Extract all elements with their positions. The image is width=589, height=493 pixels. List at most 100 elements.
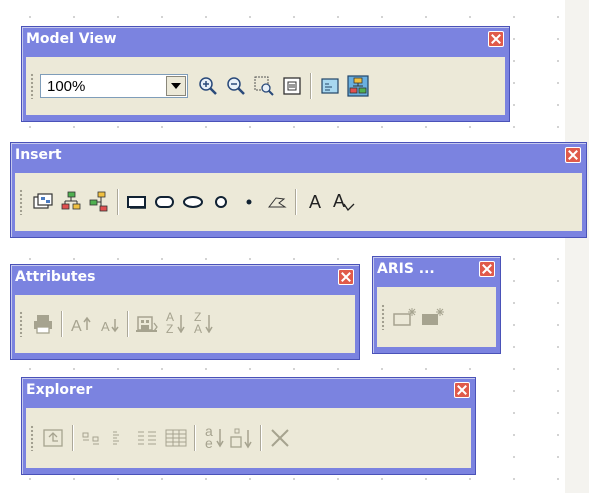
model-view-title: Model View (26, 31, 117, 47)
sort-ascending-icon: A Z (164, 311, 186, 336)
circle-icon (215, 196, 227, 208)
right-panel (565, 0, 589, 493)
svg-text:A: A (71, 318, 82, 334)
insert-text-button[interactable]: A (301, 188, 329, 216)
insert-formatted-text-button[interactable]: A (329, 188, 357, 216)
explorer-sort-by-type-button[interactable] (228, 424, 256, 452)
explorer-delete-button[interactable] (266, 424, 294, 452)
separator (61, 311, 63, 337)
up-folder-icon (43, 429, 63, 447)
insert-point-button[interactable] (235, 188, 263, 216)
large-icons-icon (82, 432, 99, 445)
attributes-close-button[interactable] (338, 269, 354, 285)
sort-by-type-icon (230, 428, 252, 449)
rounded-rectangle-icon (155, 196, 174, 208)
zoom-area-icon (254, 76, 274, 96)
attribute-placement-button[interactable] (133, 310, 161, 338)
insert-rectangle-button[interactable] (123, 188, 151, 216)
aris-new-filled-object-button[interactable] (419, 303, 447, 331)
separator (72, 425, 74, 451)
polygon-icon (267, 197, 287, 208)
aris-grip[interactable] (381, 304, 385, 330)
small-icons-icon (113, 431, 119, 445)
properties-button[interactable] (344, 72, 372, 100)
chevron-down-icon (171, 83, 181, 89)
zoom-out-icon (227, 77, 245, 95)
zoom-in-button[interactable] (194, 72, 222, 100)
insert-title: Insert (15, 147, 62, 163)
aris-new-object-button[interactable] (391, 303, 419, 331)
separator (194, 425, 196, 451)
model-view-toolbar-body: 100% (26, 57, 505, 115)
insert-grip[interactable] (19, 189, 23, 215)
aris-toolbar: ARIS ... (372, 256, 501, 354)
explorer-title: Explorer (26, 382, 93, 398)
zoom-dropdown-button[interactable] (166, 76, 186, 96)
insert-connection-button[interactable] (85, 188, 113, 216)
model-view-grip[interactable] (30, 73, 34, 99)
sort-descending-icon: Z A (192, 311, 214, 336)
zoom-select[interactable]: 100% (40, 74, 188, 98)
move-attribute-up-button[interactable]: A (67, 310, 95, 338)
zoom-area-button[interactable] (250, 72, 278, 100)
insert-ellipse-button[interactable] (179, 188, 207, 216)
explorer-title-bar[interactable]: Explorer (22, 378, 475, 402)
model-view-title-bar[interactable]: Model View (22, 27, 509, 51)
separator (117, 189, 119, 215)
attributes-toolbar-body: A A A Z Z A (15, 295, 355, 353)
rectangle-icon (127, 196, 146, 209)
attribute-down-icon: A (101, 319, 119, 334)
move-attribute-down-button[interactable]: A (95, 310, 123, 338)
overview-button[interactable] (316, 72, 344, 100)
insert-close-button[interactable] (565, 147, 581, 163)
sort-ascending-button[interactable]: A Z (161, 310, 189, 338)
separator (127, 311, 129, 337)
explorer-small-icons-button[interactable] (106, 424, 134, 452)
explorer-grip[interactable] (30, 425, 34, 451)
explorer-close-button[interactable] (454, 382, 470, 398)
delete-icon (271, 429, 289, 447)
format-marker-icon (343, 203, 355, 211)
attributes-toolbar: Attributes A A A Z Z A (10, 264, 360, 360)
insert-rounded-rect-button[interactable] (151, 188, 179, 216)
formatted-text-icon: A (331, 191, 355, 213)
explorer-up-folder-button[interactable] (40, 424, 68, 452)
attribute-up-icon: A (71, 316, 91, 334)
fit-window-button[interactable] (278, 72, 306, 100)
explorer-sort-by-name-button[interactable]: a e (200, 424, 228, 452)
new-filled-object-icon (422, 308, 444, 325)
building-icon (136, 316, 158, 332)
sort-by-name-icon: a e (202, 424, 226, 451)
details-view-icon (165, 429, 187, 447)
svg-text:A: A (101, 319, 110, 334)
sort-descending-button[interactable]: Z A (189, 310, 217, 338)
aris-close-button[interactable] (479, 261, 495, 277)
attributes-title-bar[interactable]: Attributes (11, 265, 359, 289)
model-view-close-button[interactable] (488, 31, 504, 47)
attributes-title: Attributes (15, 269, 96, 285)
explorer-details-view-button[interactable] (162, 424, 190, 452)
attributes-grip[interactable] (19, 311, 23, 337)
aris-title: ARIS ... (377, 261, 435, 277)
insert-connection-icon (89, 191, 108, 212)
insert-polygon-button[interactable] (263, 188, 291, 216)
separator (295, 189, 297, 215)
insert-model-button[interactable] (29, 188, 57, 216)
aris-toolbar-body (377, 287, 496, 347)
attributes-print-button[interactable] (29, 310, 57, 338)
point-icon (246, 199, 252, 205)
insert-title-bar[interactable]: Insert (11, 143, 586, 167)
explorer-toolbar-body: a e (26, 408, 471, 468)
insert-circle-button[interactable] (207, 188, 235, 216)
explorer-list-view-button[interactable] (134, 424, 162, 452)
aris-title-bar[interactable]: ARIS ... (373, 257, 500, 281)
model-view-toolbar: Model View 100% (21, 26, 510, 122)
separator (310, 73, 312, 99)
text-icon: A (308, 191, 321, 212)
insert-object-button[interactable] (57, 188, 85, 216)
zoom-out-button[interactable] (222, 72, 250, 100)
explorer-large-icons-button[interactable] (78, 424, 106, 452)
insert-toolbar: Insert A A (10, 142, 587, 238)
insert-toolbar-body: A A (15, 173, 582, 231)
list-view-icon (138, 431, 156, 445)
